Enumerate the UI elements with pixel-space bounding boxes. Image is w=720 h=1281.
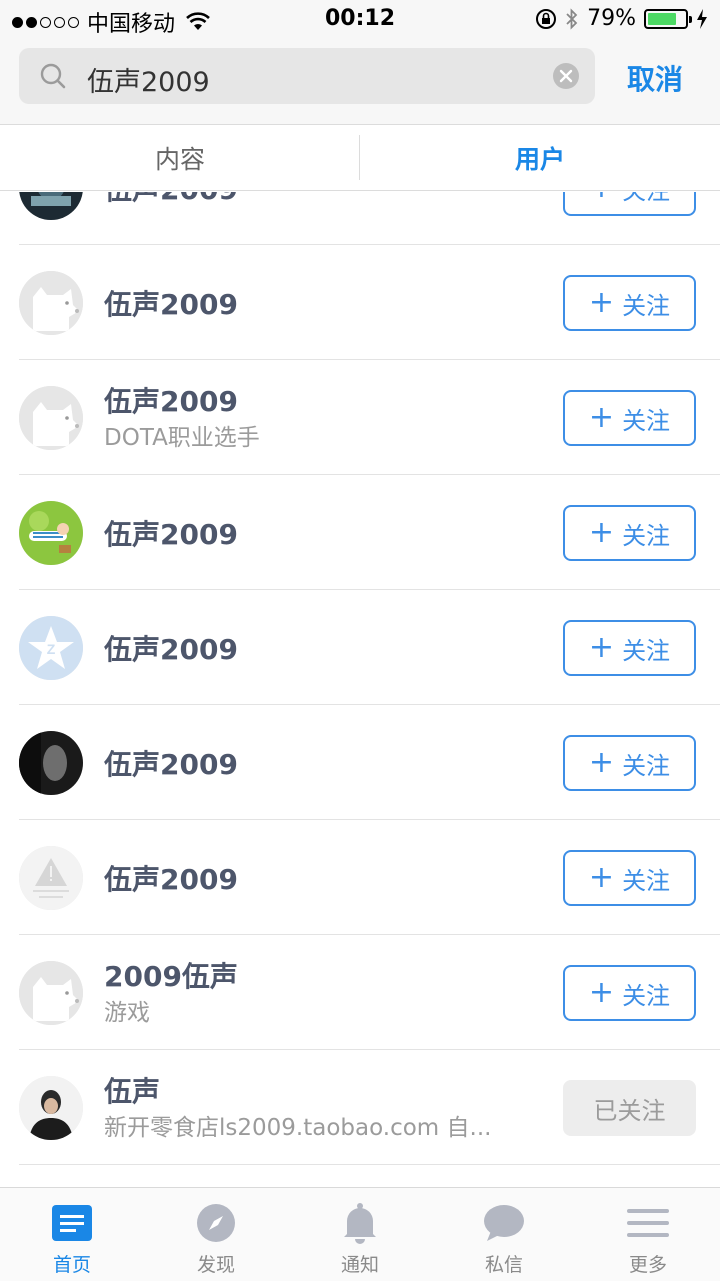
nav-item-messages[interactable]: 私信 [432,1188,576,1281]
plus-icon: + [589,192,614,203]
user-name[interactable]: 伍声2009 [104,380,238,420]
avatar[interactable] [19,846,83,910]
list-item[interactable]: 2009伍声游戏 + 关注 [0,935,720,1050]
list-item[interactable]: 伍声2009 +关注 [0,705,720,820]
user-name[interactable]: 伍声 [104,1070,160,1110]
list-item[interactable]: 伍声2009 + 关注 [0,192,720,245]
compass-icon [195,1202,237,1244]
avatar[interactable] [19,271,83,335]
list-item[interactable]: 伍声2009 +关注 [0,820,720,935]
nav-item-discover[interactable]: 发现 [144,1188,288,1281]
plus-icon: + [588,745,615,780]
search-icon [40,63,66,89]
nav-label-messages: 私信 [484,1254,523,1276]
clear-search-icon[interactable] [553,63,579,89]
user-name[interactable]: 伍声2009 [104,858,238,898]
follow-button[interactable]: +关注 [563,850,696,906]
follow-label: 关注 [622,981,671,1010]
nav-label-discover: 发现 [196,1254,235,1276]
list-item[interactable]: 伍声2009 DOTA职业选手 + 关注 [0,360,720,475]
follow-label: 关注 [622,751,671,780]
list-item[interactable]: 伍声2009 +关注 [0,245,720,360]
nav-item-more[interactable]: 更多 [576,1188,720,1281]
menu-lines-icon [627,1202,669,1244]
plus-icon: + [588,860,615,895]
follow-label: 关注 [622,192,670,206]
search-query[interactable]: 伍声2009 [87,60,210,99]
follow-label: 关注 [622,866,671,895]
avatar[interactable] [19,731,83,795]
list-item[interactable]: 伍声2009 +关注 [0,475,720,590]
avatar[interactable] [19,961,83,1025]
nav-label-more: 更多 [628,1254,667,1276]
bottom-nav: 首页 发现 通知 私信 更多 [0,1187,720,1281]
plus-icon: + [588,975,615,1010]
bell-icon [339,1202,381,1244]
battery-icon [644,8,692,29]
follow-label: 关注 [622,636,671,665]
user-description: 新开零食店ls2009.taobao.com 自... [104,1115,492,1141]
avatar[interactable]: Z [19,616,83,680]
followed-label: 已关注 [593,1096,666,1125]
user-name[interactable]: 伍声2009 [104,628,238,668]
follow-label: 关注 [622,291,671,320]
home-feed-icon [51,1202,93,1244]
follow-button[interactable]: +关注 [563,505,696,561]
follow-button[interactable]: +关注 [563,620,696,676]
avatar[interactable] [19,1076,83,1140]
plus-icon: + [588,285,615,320]
avatar[interactable] [19,192,83,220]
status-bar: 中国移动 00:12 79% [0,0,720,40]
battery-percent: 79% [587,6,636,31]
user-name[interactable]: 伍声2009 [104,513,238,553]
user-list[interactable]: 伍声2009+关注伍声2009+关注伍声2009DOTA职业选手+关注伍声200… [0,192,720,1187]
nav-item-notify[interactable]: 通知 [288,1188,432,1281]
nav-item-home[interactable]: 首页 [0,1188,144,1281]
user-name[interactable]: 2009伍声 [104,955,238,995]
follow-button[interactable]: + 关注 [563,192,696,216]
top-bar: 中国移动 00:12 79% 伍声2009 取消 [0,0,720,124]
tab-divider [359,135,360,180]
svg-text:Z: Z [47,641,56,657]
user-name[interactable]: 伍声2009 [104,283,238,323]
cancel-button[interactable]: 取消 [627,58,683,98]
list-item[interactable]: 伍声新开零食店ls2009.taobao.com 自... 已关注 [0,1050,720,1165]
user-description: DOTA职业选手 [104,425,260,451]
follow-button[interactable]: +关注 [563,390,696,446]
plus-icon: + [588,400,615,435]
chat-bubble-icon [483,1202,525,1244]
followed-button[interactable]: 已关注 [563,1080,696,1136]
list-item[interactable]: Z 伍声2009 + 关注 [0,590,720,705]
orientation-lock-icon [536,8,557,29]
follow-button[interactable]: +关注 [563,965,696,1021]
follow-button[interactable]: +关注 [563,275,696,331]
tab-content[interactable]: 内容 [0,125,360,190]
user-name[interactable]: 伍声2009 [104,743,238,783]
nav-label-home: 首页 [52,1254,91,1276]
result-tabs: 内容 用户 [0,124,720,191]
charging-bolt-icon [697,8,707,29]
plus-icon: + [588,515,615,550]
user-description: 游戏 [104,1000,150,1026]
follow-button[interactable]: +关注 [563,735,696,791]
tab-users[interactable]: 用户 [360,125,720,190]
plus-icon: + [588,630,615,665]
bluetooth-icon [566,7,578,30]
user-name[interactable]: 伍声2009 [104,192,238,208]
nav-label-notify: 通知 [340,1254,379,1276]
avatar[interactable] [19,501,83,565]
search-input[interactable]: 伍声2009 [19,48,595,104]
avatar[interactable] [19,386,83,450]
follow-label: 关注 [622,521,671,550]
follow-label: 关注 [622,406,671,435]
status-right: 79% [535,6,708,31]
